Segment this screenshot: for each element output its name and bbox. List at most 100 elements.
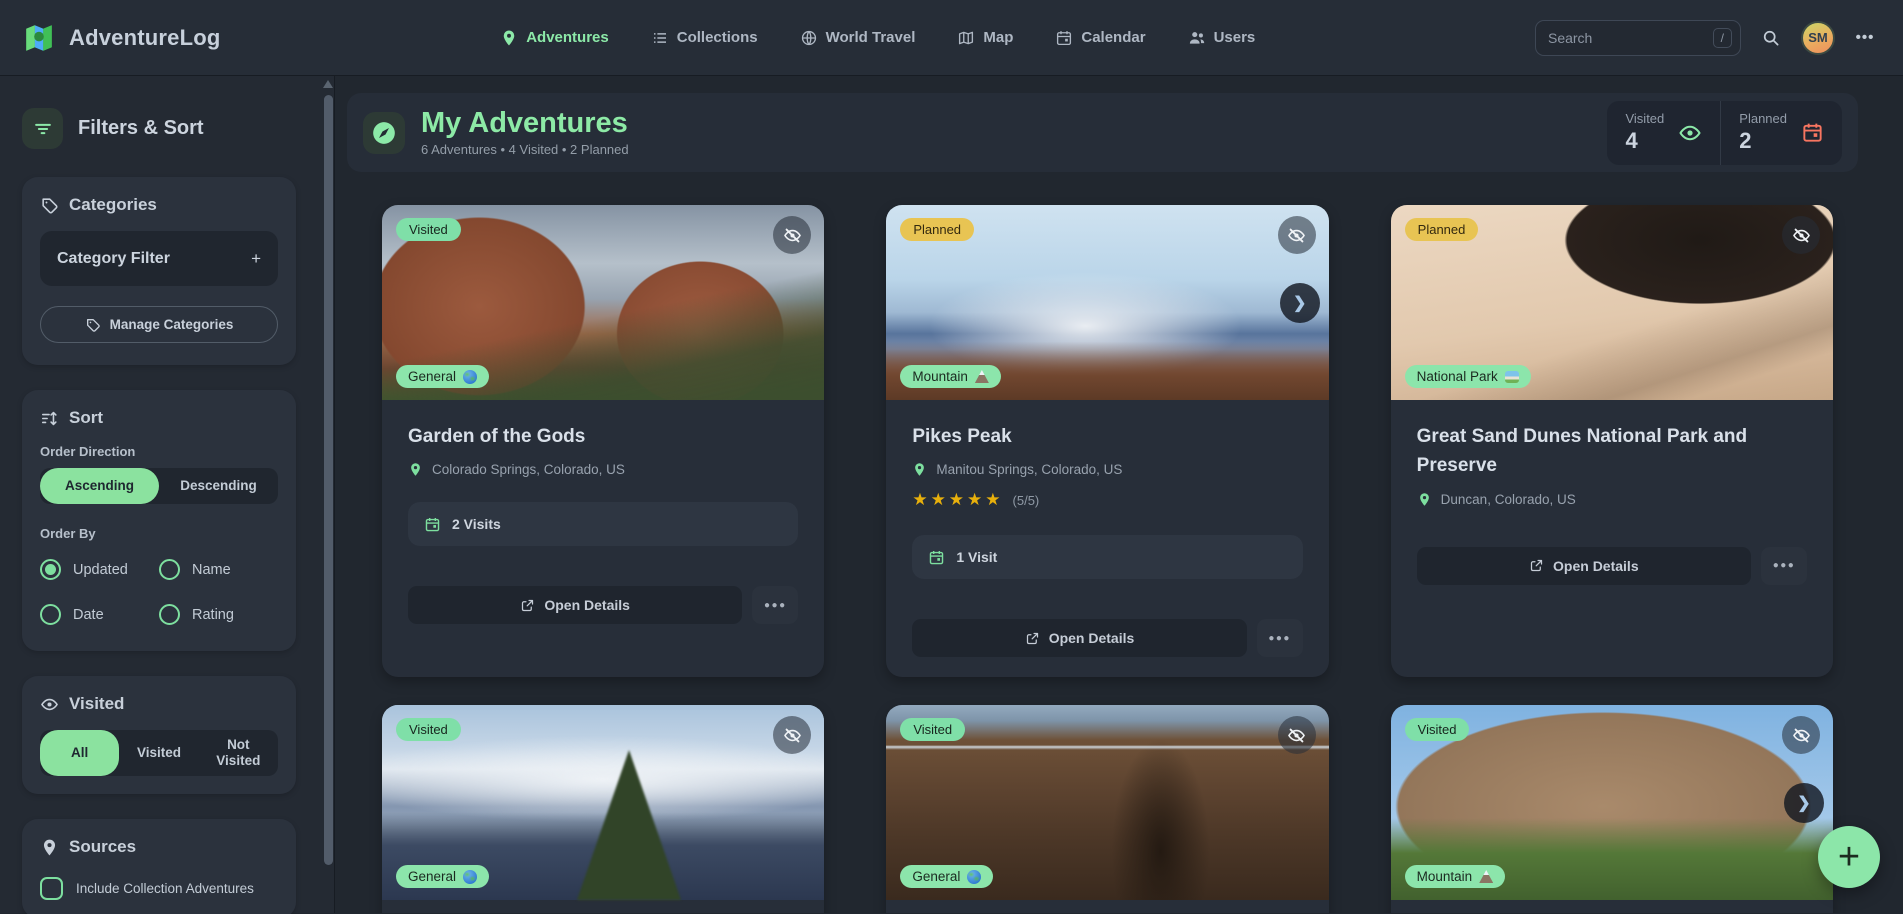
filter-icon (32, 118, 54, 140)
card-body: Great Sand Dunes National Park and Prese… (1391, 400, 1833, 677)
category-badge-label: Mountain (912, 369, 968, 384)
segment-descending[interactable]: Descending (159, 468, 278, 504)
visit-count: 2 Visits (452, 516, 501, 532)
calendar-icon (1055, 29, 1073, 47)
location-row: Manitou Springs, Colorado, US (912, 462, 1302, 477)
carousel-next-button[interactable]: ❯ (1784, 783, 1824, 823)
page-title: My Adventures (421, 108, 629, 140)
more-options-button[interactable]: ●●● (1761, 547, 1807, 585)
segment-ascending[interactable]: Ascending (40, 468, 159, 504)
open-details-button[interactable]: Open Details (912, 619, 1246, 657)
nav-label: Adventures (526, 29, 609, 46)
stat-value: 4 (1625, 128, 1664, 154)
open-details-label: Open Details (1553, 558, 1639, 574)
segment-visited[interactable]: Visited (119, 730, 198, 776)
eye-off-icon (783, 226, 802, 245)
radio-updated[interactable]: Updated (40, 559, 159, 580)
visits-box: 1 Visit (912, 535, 1302, 579)
nav-calendar[interactable]: Calendar (1055, 29, 1145, 47)
map-pin-icon (408, 462, 423, 477)
avatar[interactable]: SM (1801, 21, 1835, 55)
brand[interactable]: AdventureLog (22, 21, 221, 55)
category-emoji-icon (463, 370, 477, 384)
carousel-next-button[interactable]: ❯ (1280, 283, 1320, 323)
adventure-card[interactable]: Visited General Garden of the Gods Color… (382, 205, 824, 677)
filter-icon-badge (22, 108, 63, 149)
adventure-location: Duncan, Colorado, US (1441, 492, 1576, 507)
nav-map[interactable]: Map (957, 29, 1013, 47)
stat-label: Visited (1625, 111, 1664, 126)
star-rating: ★★★★★ (912, 490, 1003, 510)
users-icon (1188, 29, 1206, 47)
open-details-label: Open Details (544, 597, 630, 613)
navbar: AdventureLog Adventures Collections Worl… (0, 0, 1903, 76)
sort-icon (40, 409, 59, 428)
hide-toggle-button[interactable] (773, 216, 811, 254)
segment-not-visited[interactable]: Not Visited (199, 730, 278, 776)
radio-date[interactable]: Date (40, 604, 159, 625)
stat-label: Planned (1739, 111, 1787, 126)
sort-section: Sort Order Direction Ascending Descendin… (22, 390, 296, 651)
radio-label: Name (192, 562, 231, 578)
open-details-button[interactable]: Open Details (408, 586, 742, 624)
category-badge-label: General (408, 869, 456, 884)
external-link-icon (1529, 558, 1544, 573)
adventure-photo: Visited General (886, 705, 1328, 900)
adventure-title: Pikes Peak (912, 422, 1302, 451)
radio-circle (159, 604, 180, 625)
adventure-card[interactable]: Visited General (886, 705, 1328, 913)
adventure-card[interactable]: Visited General (382, 705, 824, 913)
category-badge-label: General (408, 369, 456, 384)
more-options-button[interactable]: ●●● (1257, 619, 1303, 657)
hide-toggle-button[interactable] (773, 716, 811, 754)
hide-toggle-button[interactable] (1278, 216, 1316, 254)
sources-title: Sources (69, 837, 136, 857)
nav-adventures[interactable]: Adventures (500, 29, 609, 47)
navbar-more-button[interactable]: ••• (1849, 22, 1881, 54)
nav-world-travel[interactable]: World Travel (800, 29, 916, 47)
search-input[interactable] (1548, 30, 1713, 46)
adventure-card[interactable]: Visited ❯ Mountain (1391, 705, 1833, 913)
open-details-label: Open Details (1049, 630, 1135, 646)
calendar-icon (424, 516, 441, 533)
radio-rating[interactable]: Rating (159, 604, 278, 625)
radio-name[interactable]: Name (159, 559, 278, 580)
sort-title: Sort (69, 408, 103, 428)
segment-all[interactable]: All (40, 730, 119, 776)
adventure-photo: Planned ❯ Mountain (886, 205, 1328, 400)
status-badge: Visited (1405, 718, 1470, 741)
expand-plus-icon: + (251, 249, 261, 269)
category-badge: General (396, 865, 489, 888)
categories-title: Categories (69, 195, 157, 215)
scrollbar (322, 76, 335, 913)
scrollbar-thumb[interactable] (324, 95, 333, 865)
nav-collections[interactable]: Collections (651, 29, 758, 47)
include-collection-adventures-checkbox[interactable]: Include Collection Adventures (40, 877, 278, 900)
adventure-card[interactable]: Planned National Park Great Sand Dunes N… (1391, 205, 1833, 677)
adventure-card[interactable]: Planned ❯ Mountain Pikes Peak Manitou Sp… (886, 205, 1328, 677)
more-options-button[interactable]: ●●● (752, 586, 798, 624)
page-header: My Adventures 6 Adventures • 4 Visited •… (347, 93, 1858, 172)
manage-categories-button[interactable]: Manage Categories (40, 306, 278, 343)
search-button[interactable] (1755, 22, 1787, 54)
external-link-icon (1025, 631, 1040, 646)
scrollbar-up-arrow[interactable] (323, 80, 333, 88)
hide-toggle-button[interactable] (1278, 716, 1316, 754)
adventure-photo: Planned National Park (1391, 205, 1833, 400)
status-badge: Planned (1405, 218, 1479, 241)
open-details-button[interactable]: Open Details (1417, 547, 1751, 585)
hide-toggle-button[interactable] (1782, 216, 1820, 254)
main-content: My Adventures 6 Adventures • 4 Visited •… (335, 76, 1903, 913)
add-adventure-button[interactable]: + (1818, 826, 1880, 888)
map-icon (957, 29, 975, 47)
status-badge: Visited (396, 718, 461, 741)
order-by-label: Order By (40, 526, 278, 541)
checkbox-label: Include Collection Adventures (76, 881, 254, 896)
eye-icon (1678, 121, 1702, 145)
nav-users[interactable]: Users (1188, 29, 1256, 47)
map-pin-icon (40, 838, 59, 857)
search-box[interactable]: / (1535, 20, 1741, 56)
hide-toggle-button[interactable] (1782, 716, 1820, 754)
eye-off-icon (1792, 226, 1811, 245)
category-filter-collapse[interactable]: Category Filter + (40, 231, 278, 286)
